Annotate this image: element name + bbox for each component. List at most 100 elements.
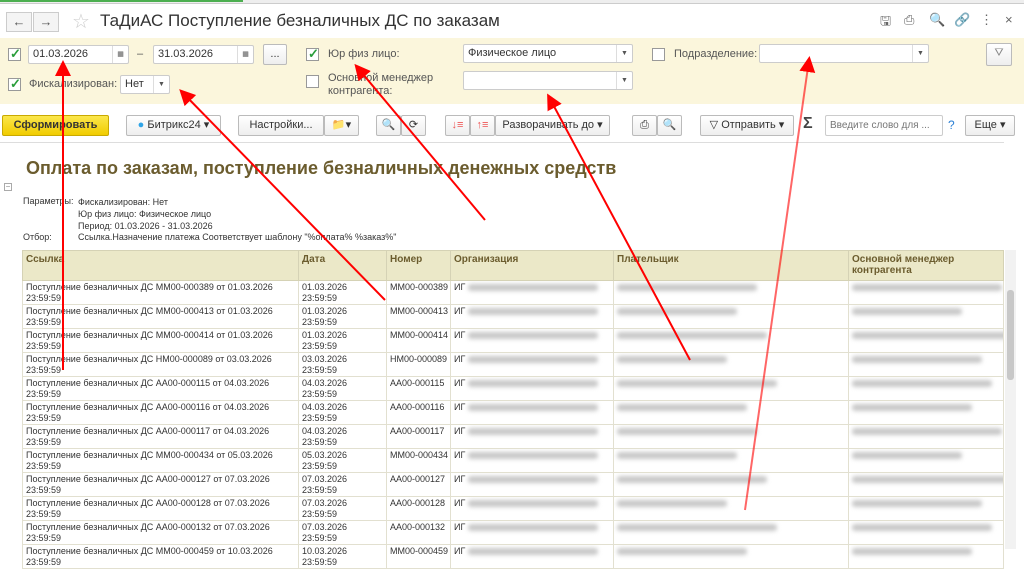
bitrix-button[interactable]: ● Битрикс24 ▾ [126,115,221,136]
chevron-down-icon[interactable]: ▼ [153,76,169,93]
legal-select[interactable]: Физическое лицо ▼ [463,44,633,63]
cell-payer [613,376,849,401]
cell-date: 07.03.2026 23:59:59 [298,472,387,497]
cell-link[interactable]: Поступление безналичных ДС ММ00-000414 о… [22,328,299,353]
chevron-down-icon[interactable]: ▼ [616,45,632,62]
print-icon[interactable]: ⎙ [904,12,914,28]
calendar-icon[interactable]: ▦ [112,46,128,63]
cell-payer [613,544,849,569]
cell-link[interactable]: Поступление безналичных ДС АА00-000116 о… [22,400,299,425]
cell-org: ИГ [450,472,614,497]
table-row[interactable]: Поступление безналичных ДС АА00-000132 о… [22,520,1004,545]
more-vertical-icon[interactable]: ⋮ [980,12,993,28]
cell-number: АА00-000127 [386,472,451,497]
sort-asc-icon[interactable]: ↑≡ [470,115,495,136]
manager-checkbox[interactable] [306,75,319,88]
filter-icon[interactable]: ⛛ [986,43,1012,66]
cell-link[interactable]: Поступление безналичных ДС НМ00-000089 о… [22,352,299,377]
cell-link[interactable]: Поступление безналичных ДС АА00-000132 о… [22,520,299,545]
cell-link[interactable]: Поступление безналичных ДС ММ00-000459 о… [22,544,299,569]
date-from-input[interactable]: 01.03.2026 ▦ [28,45,129,64]
cell-date: 04.03.2026 23:59:59 [298,400,387,425]
save-icon[interactable]: 🖫 [880,12,891,34]
table-row[interactable]: Поступление безналичных ДС ММ00-000434 о… [22,448,1004,473]
settings-button[interactable]: Настройки... [238,115,324,136]
favorite-star-icon[interactable]: ☆ [72,9,90,34]
cell-org: ИГ [450,304,614,329]
search-icon[interactable]: 🔍 [376,115,401,136]
cell-org: ИГ [450,520,614,545]
col-manager: Основной менеджер контрагента [848,250,1004,281]
close-icon[interactable]: × [1005,12,1013,27]
table-row[interactable]: Поступление безналичных ДС АА00-000115 о… [22,376,1004,401]
cell-manager [848,472,1004,497]
cell-link[interactable]: Поступление безналичных ДС АА00-000128 о… [22,496,299,521]
col-number: Номер [386,250,451,281]
period-select-button[interactable]: ... [263,44,287,65]
sum-icon[interactable]: Σ [803,115,813,133]
table-row[interactable]: Поступление безналичных ДС АА00-000117 о… [22,424,1004,449]
division-checkbox[interactable] [652,48,665,61]
link-icon[interactable]: 🔗 [954,12,970,28]
cell-payer [613,496,849,521]
cell-date: 05.03.2026 23:59:59 [298,448,387,473]
date-to-input[interactable]: 31.03.2026 ▦ [153,45,254,64]
col-link: Ссылка [22,250,299,281]
cell-link[interactable]: Поступление безналичных ДС АА00-000117 о… [22,424,299,449]
chevron-down-icon[interactable]: ▼ [616,72,632,89]
back-button[interactable]: ← [6,12,32,32]
manager-select[interactable]: ▼ [463,71,633,90]
table-row[interactable]: Поступление безналичных ДС ММ00-000413 о… [22,304,1004,329]
cell-payer [613,352,849,377]
report-title: Оплата по заказам, поступление безналичн… [26,158,617,178]
more-button[interactable]: Еще ▾ [965,115,1015,136]
vertical-scrollbar[interactable] [1005,250,1016,549]
search-next-icon[interactable]: ⟳ [401,115,426,136]
table-row[interactable]: Поступление безналичных ДС НМ00-000089 о… [22,352,1004,377]
col-payer: Плательщик [613,250,849,281]
filter-label: Отбор: [23,232,52,242]
cell-date: 10.03.2026 23:59:59 [298,544,387,569]
col-org: Организация [450,250,614,281]
table-row[interactable]: Поступление безналичных ДС АА00-000116 о… [22,400,1004,425]
fiscal-checkbox[interactable] [8,76,21,92]
generate-button[interactable]: Сформировать [2,115,109,136]
preview-icon[interactable]: 🔍 [929,12,945,28]
table-row[interactable]: Поступление безналичных ДС АА00-000127 о… [22,472,1004,497]
cell-org: ИГ [450,280,614,305]
sort-desc-icon[interactable]: ↓≡ [445,115,470,136]
cell-link[interactable]: Поступление безналичных ДС ММ00-000389 о… [22,280,299,305]
cell-link[interactable]: Поступление безналичных ДС ММ00-000413 о… [22,304,299,329]
cell-link[interactable]: Поступление безналичных ДС ММ00-000434 о… [22,448,299,473]
variants-button[interactable]: 📁▾ [324,115,359,136]
cell-manager [848,400,1004,425]
help-icon[interactable]: ? [948,118,955,132]
cell-link[interactable]: Поступление безналичных ДС АА00-000127 о… [22,472,299,497]
table-row[interactable]: Поступление безналичных ДС ММ00-000459 о… [22,544,1004,569]
table-row[interactable]: Поступление безналичных ДС ММ00-000414 о… [22,328,1004,353]
calendar-icon[interactable]: ▦ [237,46,253,63]
collapse-icon[interactable]: − [4,183,12,191]
top-tab-strip [0,0,1024,4]
print-icon[interactable]: ⎙ [632,115,657,136]
period-checkbox[interactable] [8,46,21,62]
table-row[interactable]: Поступление безналичных ДС ММ00-000389 о… [22,280,1004,305]
forward-button[interactable]: → [33,12,59,32]
chevron-down-icon[interactable]: ▼ [912,45,928,62]
cell-number: АА00-000115 [386,376,451,401]
cell-org: ИГ [450,328,614,353]
cell-org: ИГ [450,496,614,521]
cell-link[interactable]: Поступление безналичных ДС АА00-000115 о… [22,376,299,401]
fiscal-label: Фискализирован: [29,78,118,90]
search-input[interactable] [825,115,943,136]
table-row[interactable]: Поступление безналичных ДС АА00-000128 о… [22,496,1004,521]
preview-icon[interactable]: 🔍 [657,115,682,136]
division-select[interactable]: ▼ [759,44,929,63]
expand-to-button[interactable]: Разворачивать до ▾ [495,115,610,136]
cell-manager [848,304,1004,329]
fiscal-select[interactable]: Нет ▼ [120,75,170,94]
send-button[interactable]: ▽ Отправить ▾ [700,115,794,136]
legal-checkbox[interactable] [306,46,319,62]
cell-date: 07.03.2026 23:59:59 [298,496,387,521]
cell-org: ИГ [450,544,614,569]
